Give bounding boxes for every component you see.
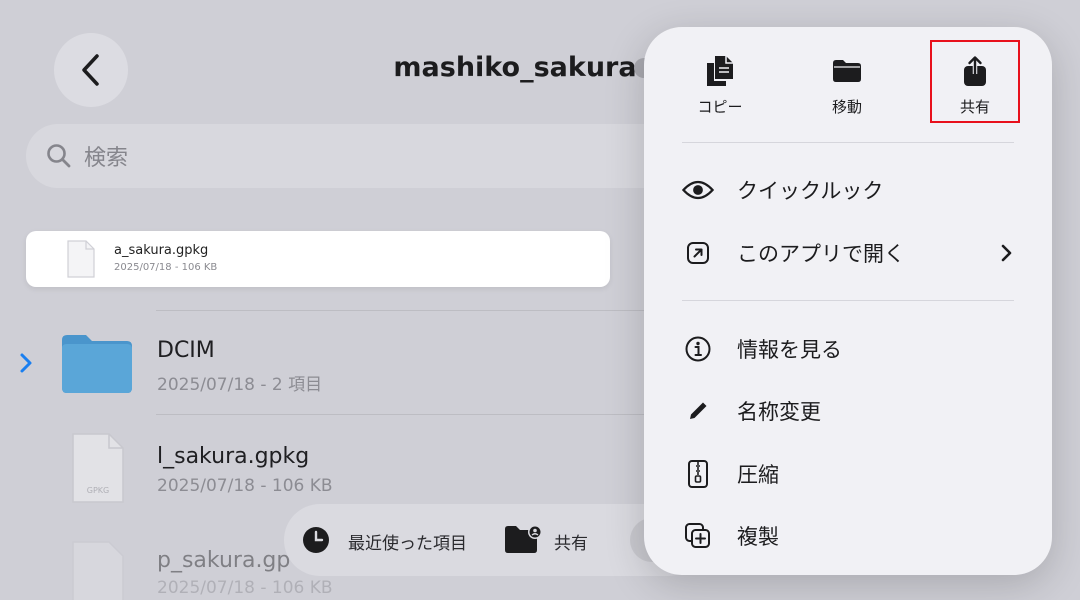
folder-icon	[833, 60, 861, 82]
tab-shared-label: 共有	[554, 534, 588, 554]
preview-file-meta: 2025/07/18 - 106 KB	[114, 262, 218, 273]
search-input[interactable]: 検索	[26, 124, 686, 188]
tab-recent[interactable]: 最近使った項目	[302, 524, 482, 556]
selected-file-preview: a_sakura.gpkg 2025/07/18 - 106 KB	[26, 231, 610, 287]
document-icon	[67, 240, 95, 278]
chevron-left-icon	[82, 54, 99, 86]
copy-icon	[707, 56, 733, 86]
chevron-right-icon[interactable]	[19, 352, 33, 374]
preview-file-name: a_sakura.gpkg	[114, 243, 209, 258]
shared-folder-icon	[505, 525, 542, 553]
zip-icon	[688, 460, 708, 488]
open-in-app-label: このアプリで開く	[737, 242, 905, 266]
back-button[interactable]	[54, 33, 128, 107]
compress-label: 圧縮	[737, 463, 779, 487]
file-meta: 2025/07/18 - 106 KB	[157, 578, 333, 598]
search-placeholder: 検索	[84, 146, 129, 171]
pencil-icon	[690, 402, 707, 419]
context-menu: コピー 移動 共有 クイックルック このアプリで開く 情報を見る 名称変更 圧縮…	[644, 27, 1052, 575]
page-title: mashiko_sakura	[393, 52, 637, 83]
clock-icon	[303, 527, 329, 553]
menu-item-open-in-app[interactable]: このアプリで開く	[682, 233, 1022, 273]
share-highlight-box	[930, 40, 1020, 123]
info-icon	[685, 336, 711, 362]
chevron-right-icon	[1001, 244, 1012, 262]
divider	[156, 414, 686, 415]
file-meta: 2025/07/18 - 106 KB	[157, 476, 333, 496]
folder-icon	[62, 335, 132, 393]
menu-item-compress[interactable]: 圧縮	[682, 454, 1022, 494]
menu-divider	[682, 300, 1014, 301]
duplicate-icon	[685, 523, 710, 548]
divider	[156, 310, 686, 311]
file-name: p_sakura.gp	[157, 548, 291, 573]
copy-label: コピー	[697, 98, 743, 116]
move-label: 移動	[831, 98, 862, 116]
file-type-label: GPKG	[86, 486, 110, 495]
bottom-tab-bar: 最近使った項目 共有	[284, 504, 704, 576]
menu-item-rename[interactable]: 名称変更	[682, 391, 1022, 431]
list-item[interactable]: DCIM 2025/07/18 - 2 項目	[0, 322, 690, 408]
list-item[interactable]: GPKG l_sakura.gpkg 2025/07/18 - 106 KB	[0, 424, 690, 510]
file-meta: 2025/07/18 - 2 項目	[157, 375, 323, 395]
open-in-app-icon	[687, 242, 709, 264]
menu-item-duplicate[interactable]: 複製	[682, 516, 1022, 556]
menu-item-quick-look[interactable]: クイックルック	[682, 170, 1022, 210]
get-info-label: 情報を見る	[737, 338, 842, 362]
document-icon	[72, 541, 124, 600]
move-button[interactable]: 移動	[797, 51, 897, 121]
duplicate-label: 複製	[737, 525, 779, 549]
tab-shared[interactable]: 共有	[504, 524, 614, 556]
menu-divider	[682, 142, 1014, 143]
quick-look-label: クイックルック	[737, 179, 884, 203]
copy-button[interactable]: コピー	[670, 51, 770, 121]
tab-recent-label: 最近使った項目	[348, 534, 467, 554]
menu-item-get-info[interactable]: 情報を見る	[682, 329, 1022, 369]
search-icon	[47, 144, 71, 168]
rename-label: 名称変更	[737, 400, 821, 424]
file-name: DCIM	[157, 338, 215, 363]
file-name: l_sakura.gpkg	[157, 444, 310, 469]
eye-icon	[682, 180, 714, 200]
